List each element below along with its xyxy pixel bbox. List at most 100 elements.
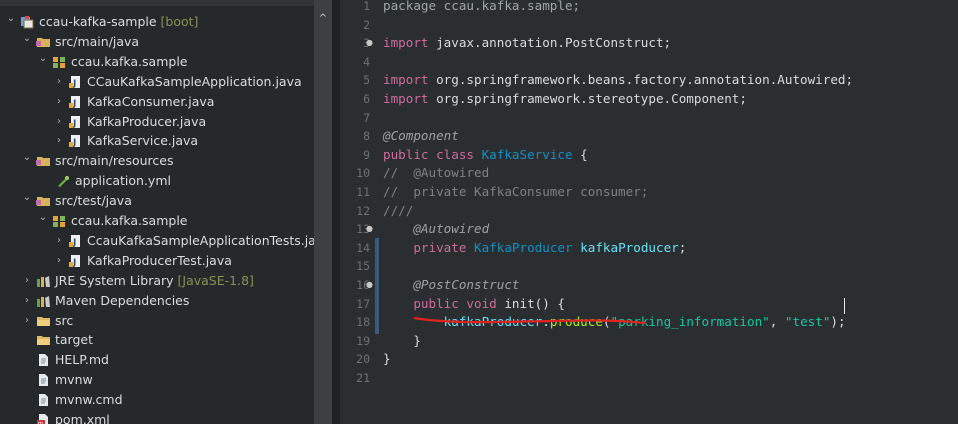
line-number: 2	[363, 17, 370, 32]
collapse-arrow-icon[interactable]: ›	[22, 271, 32, 291]
code-token: KafkaProducer	[474, 239, 573, 255]
tree-item-label: ccau.kafka.sample	[71, 53, 188, 69]
tree-item[interactable]: mvnw.cmd	[0, 390, 314, 410]
line-number: 15	[356, 259, 370, 274]
collapse-arrow-icon[interactable]: ›	[54, 112, 64, 132]
code-line[interactable]: @PostConstruct	[383, 276, 519, 294]
line-number: 10	[356, 166, 370, 181]
expand-arrow-icon[interactable]: ⌄	[22, 148, 32, 168]
collapse-arrow-icon[interactable]: ›	[22, 311, 32, 331]
line-number: 1	[363, 0, 370, 13]
yml-file-icon	[56, 174, 71, 188]
code-line[interactable]: package ccau.kafka.sample;	[383, 0, 580, 15]
expand-arrow-icon[interactable]: ⌄	[38, 208, 48, 228]
java-file-icon: J	[68, 234, 83, 248]
code-editor[interactable]: 1 package ccau.kafka.sample; 2 3 ● import jav…	[340, 0, 958, 424]
tree-item[interactable]: › J KafkaService.java	[0, 131, 314, 151]
folder-icon	[36, 314, 51, 328]
tree-item-label: target	[55, 332, 94, 348]
source-folder-icon	[36, 154, 51, 168]
collapse-arrow-icon[interactable]: ›	[54, 92, 64, 112]
java-file-icon: J	[68, 95, 83, 109]
code-token: ////	[383, 202, 414, 218]
code-line[interactable]: ////	[383, 202, 413, 220]
expand-arrow-icon[interactable]: ⌄	[22, 188, 32, 208]
code-line[interactable]: import javax.annotation.PostConstruct;	[383, 34, 671, 52]
java-file-icon: J	[68, 254, 83, 268]
scroll-up-arrow-icon[interactable]: ^	[317, 13, 329, 25]
tree-item[interactable]: ⌄ ccau.kafka.sample	[0, 211, 314, 231]
explorer-toolbar	[0, 0, 314, 6]
fold-marker-icon[interactable]: ●	[366, 224, 373, 233]
file-icon	[36, 373, 51, 387]
collapse-arrow-icon[interactable]: ›	[54, 251, 64, 271]
code-token: private	[413, 239, 467, 255]
tree-item[interactable]: › J KafkaConsumer.java	[0, 92, 314, 112]
code-token: );	[830, 314, 846, 330]
fold-marker-icon[interactable]: ●	[366, 38, 373, 47]
tree-item[interactable]: › J CCauKafkaSampleApplication.java	[0, 72, 314, 92]
tree-item[interactable]: › JRE System Library [JavaSE-1.8]	[0, 271, 314, 291]
tree-item[interactable]: › src	[0, 311, 314, 331]
line-number: 9	[363, 147, 370, 162]
tree-item[interactable]: ⌄ ccau-kafka-sample [boot]	[0, 12, 314, 32]
tree-item[interactable]: › J KafkaProducer.java	[0, 112, 314, 132]
code-line[interactable]: private KafkaProducer kafkaProducer;	[383, 239, 686, 257]
code-token: package ccau.kafka.sample;	[383, 0, 581, 13]
tree-item[interactable]: HELP.md	[0, 350, 314, 370]
code-token: @Component	[383, 128, 459, 144]
line-number: 12	[356, 203, 370, 218]
code-line[interactable]: // @Autowired	[383, 164, 489, 182]
tree-item[interactable]: › J CcauKafkaSampleApplicationTests.ja	[0, 231, 314, 251]
collapse-arrow-icon[interactable]: ›	[54, 72, 64, 92]
code-line[interactable]: public class KafkaService {	[383, 146, 588, 164]
code-line[interactable]: @Component	[383, 127, 459, 145]
tree-item-label: src/main/resources	[55, 153, 174, 169]
tree-item[interactable]: application.yml	[0, 171, 314, 191]
tree-item-label: KafkaConsumer.java	[87, 93, 215, 109]
collapse-arrow-icon[interactable]: ›	[22, 291, 32, 311]
code-line[interactable]: @Autowired	[383, 220, 489, 238]
code-line[interactable]: import org.springframework.stereotype.Co…	[383, 90, 747, 108]
expand-arrow-icon[interactable]: ⌄	[38, 49, 48, 69]
tree-item[interactable]: mvnw	[0, 370, 314, 390]
tree-item-label: CCauKafkaSampleApplication.java	[87, 73, 302, 89]
tree-item-decoration: [JavaSE-1.8]	[173, 272, 254, 288]
line-number: 19	[356, 333, 370, 348]
view-divider[interactable]	[332, 0, 340, 424]
tree-item[interactable]: target	[0, 330, 314, 350]
folder-icon	[36, 333, 51, 347]
tree-item[interactable]: m pom.xml	[0, 410, 314, 424]
java-file-icon: J	[68, 75, 83, 89]
fold-marker-icon[interactable]: ●	[366, 280, 373, 289]
package-icon	[52, 55, 67, 69]
code-token: KafkaService	[481, 146, 573, 162]
code-line[interactable]: import org.springframework.beans.factory…	[383, 71, 853, 89]
tree-item[interactable]: ⌄ ccau.kafka.sample	[0, 52, 314, 72]
tree-item[interactable]: ⌄ src/main/resources	[0, 151, 314, 171]
explorer-vertical-scrollbar[interactable]: ^	[314, 0, 332, 424]
quick-diff-marker	[375, 238, 379, 334]
tree-item[interactable]: › J KafkaProducerTest.java	[0, 251, 314, 271]
code-token: kafkaProducer	[580, 239, 679, 255]
tree-item[interactable]: › Maven Dependencies	[0, 291, 314, 311]
tree-item-label: HELP.md	[55, 352, 109, 368]
tree-item-label: src/test/java	[55, 193, 132, 209]
line-number: 5	[363, 73, 370, 88]
code-line[interactable]: public void init() {	[383, 295, 565, 313]
code-line[interactable]: }	[383, 332, 421, 350]
code-line[interactable]: // private KafkaConsumer consumer;	[383, 183, 648, 201]
java-file-icon: J	[68, 134, 83, 148]
collapse-arrow-icon[interactable]: ›	[54, 131, 64, 151]
code-line[interactable]: }	[383, 350, 391, 368]
tree-item-label: Maven Dependencies	[55, 292, 190, 308]
expand-arrow-icon[interactable]: ⌄	[22, 29, 32, 49]
code-token: }	[383, 351, 391, 367]
code-token: org.springframework.beans.factory.annota…	[428, 72, 854, 88]
java-file-icon: J	[68, 115, 83, 129]
expand-arrow-icon[interactable]: ⌄	[6, 9, 16, 29]
collapse-arrow-icon[interactable]: ›	[54, 231, 64, 251]
code-token: init() {	[496, 295, 565, 311]
